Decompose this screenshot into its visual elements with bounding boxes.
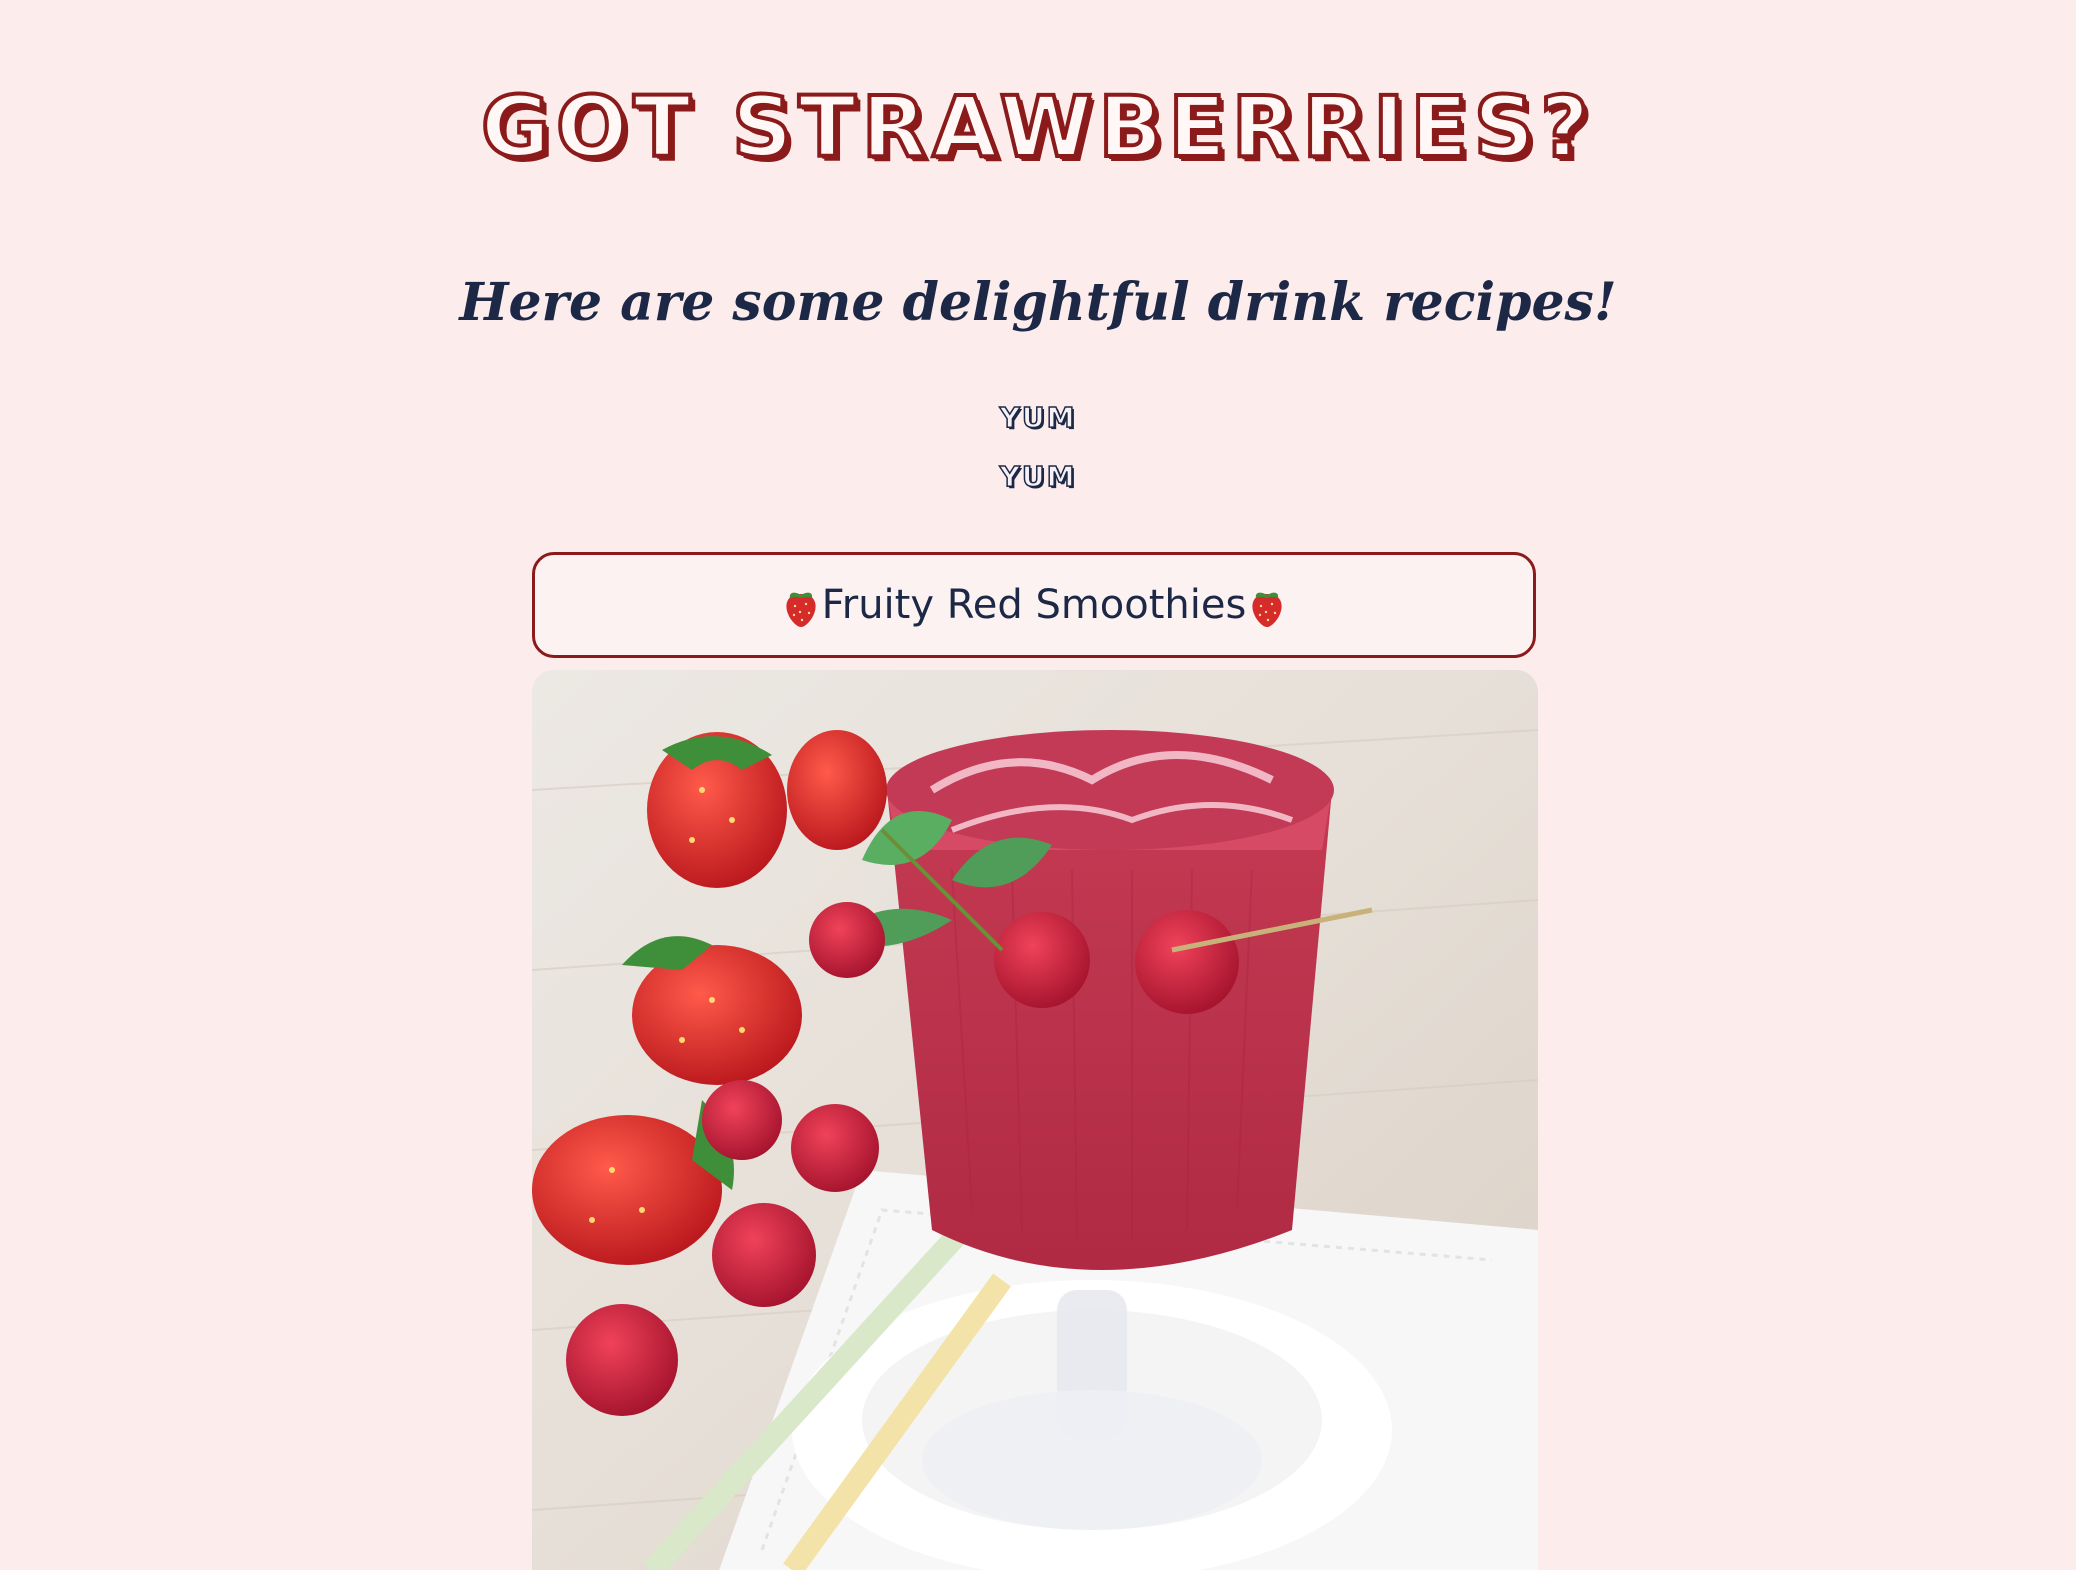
- recipe-button-fruity-red-smoothies[interactable]: Fruity Red Smoothies: [532, 552, 1536, 658]
- recipe-title-row: Fruity Red Smoothies: [780, 582, 1289, 628]
- page-title: Got Strawberries?: [479, 76, 1595, 178]
- tagline-line-2: yum: [999, 459, 1077, 494]
- strawberry-icon: [786, 592, 816, 627]
- page-subtitle: Here are some delightful drink recipes!: [459, 272, 1617, 333]
- strawberry-icon: [1252, 592, 1282, 627]
- tagline-line-1: yum: [999, 400, 1077, 435]
- recipe-button-label: Fruity Red Smoothies: [821, 582, 1247, 628]
- smoothie-photo: [532, 670, 1538, 1570]
